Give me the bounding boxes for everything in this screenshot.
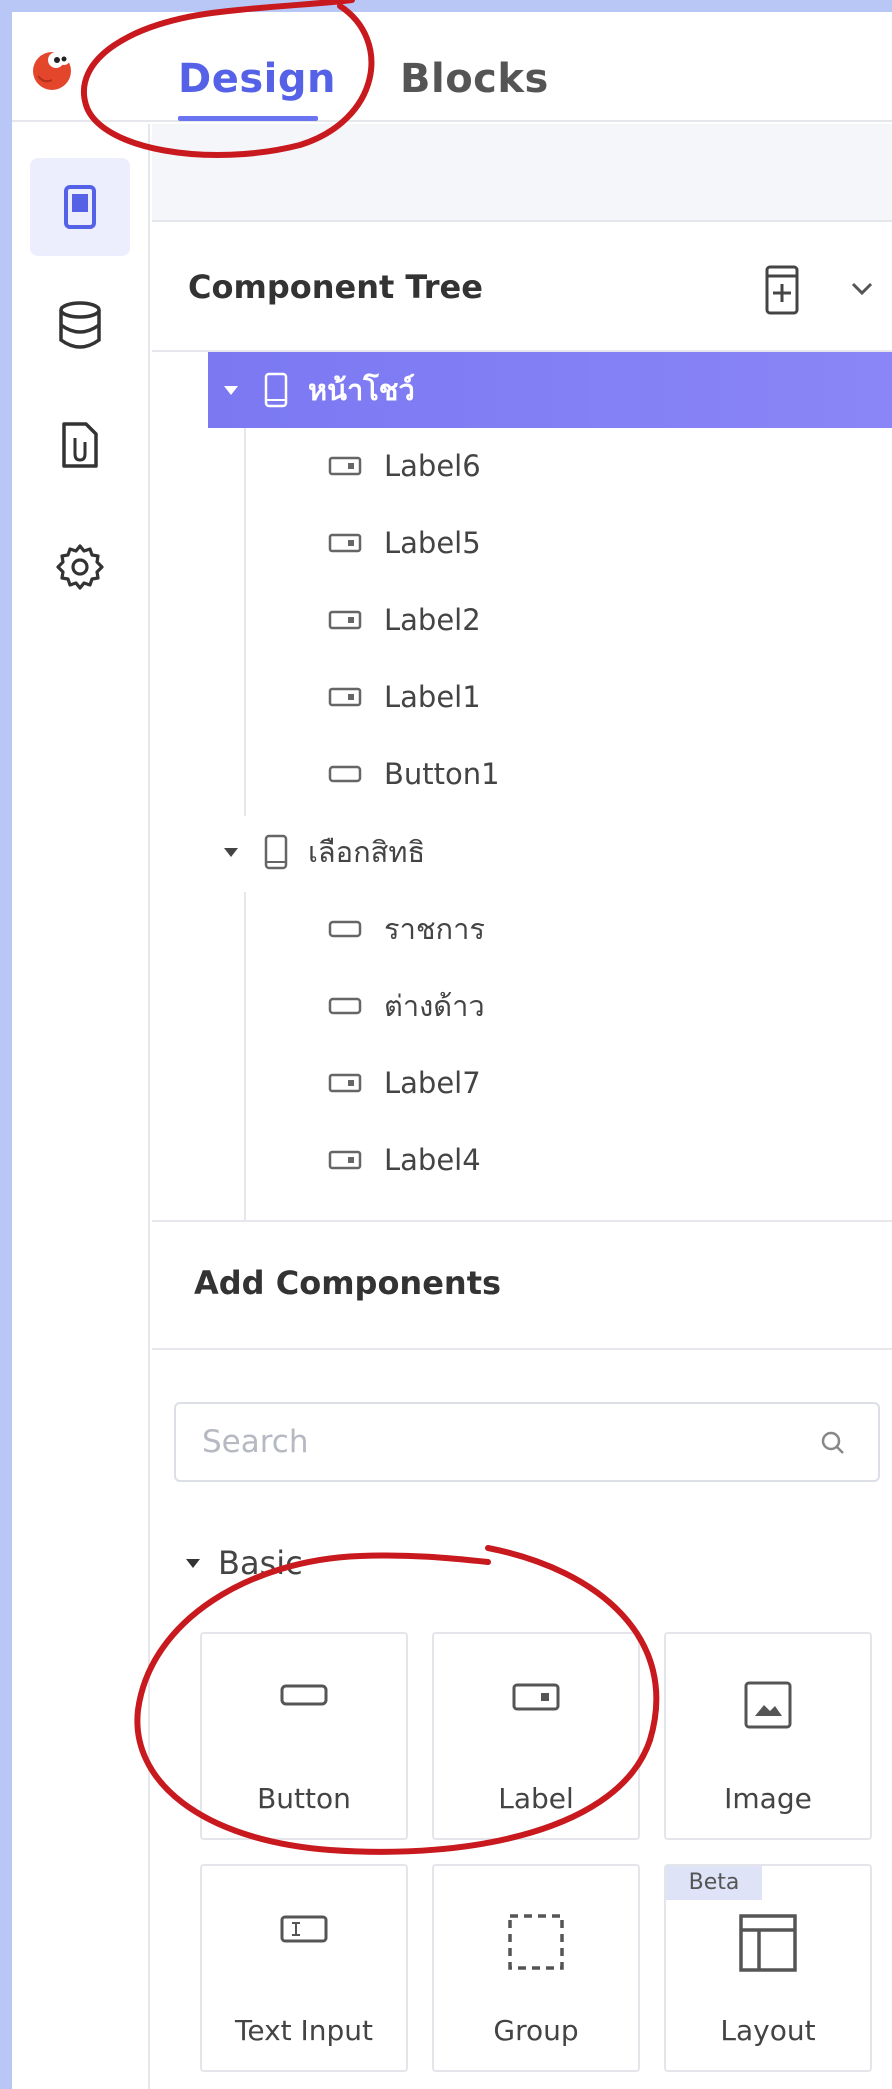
tree-node-label: Label2: [384, 603, 481, 637]
component-card-label: Layout: [720, 2014, 816, 2047]
active-tab-indicator: [178, 116, 318, 121]
tree-node-label: Label4: [384, 1143, 481, 1177]
tree-node-label: Label5: [384, 526, 481, 560]
text-input-icon: [280, 1915, 328, 1943]
label-icon: [328, 532, 362, 554]
tree-node-button-item[interactable]: ราชการ: [152, 891, 892, 967]
label-icon: [328, 686, 362, 708]
label-icon: [328, 1149, 362, 1171]
add-components-header: Add Components: [152, 1222, 892, 1350]
screen-icon: [264, 372, 288, 408]
left-rail: [12, 124, 150, 2089]
tree-node-label-item[interactable]: Label6: [152, 428, 892, 504]
caret-down-icon[interactable]: [224, 385, 238, 395]
tree-node-label: หน้าโชว์: [308, 373, 415, 407]
add-screen-icon: [765, 265, 799, 315]
add-screen-button[interactable]: [764, 264, 814, 316]
component-card-label: Button: [257, 1782, 351, 1815]
basic-group-toggle[interactable]: Basic: [186, 1544, 303, 1582]
top-header: Design Blocks: [12, 12, 892, 122]
component-card-group[interactable]: Group: [432, 1864, 640, 2072]
rail-screens-button[interactable]: [30, 158, 130, 256]
add-components-title: Add Components: [194, 1264, 502, 1302]
caret-down-icon: [186, 1558, 200, 1568]
tree-node-label: Label7: [384, 1066, 481, 1100]
component-card-text-input[interactable]: Text Input: [200, 1864, 408, 2072]
tree-collapse-toggle[interactable]: [848, 264, 878, 316]
component-card-label[interactable]: Label: [432, 1632, 640, 1840]
label-icon: [328, 1072, 362, 1094]
component-card-label: Group: [493, 2014, 579, 2047]
search-input[interactable]: [202, 1418, 782, 1466]
beta-badge: Beta: [666, 1866, 762, 1900]
layout-icon: [739, 1914, 797, 1972]
component-tree: หน้าโชว์ Label6 Label5 Label2 Label1 But…: [152, 352, 892, 1222]
tree-node-label: ต่างด้าว: [384, 989, 485, 1023]
screen-icon: [64, 185, 96, 229]
component-tree-title: Component Tree: [188, 268, 483, 306]
group-label-text: Basic: [218, 1544, 303, 1582]
app-logo-icon: [33, 52, 71, 90]
component-card-layout[interactable]: Beta Layout: [664, 1864, 872, 2072]
tree-node-screen[interactable]: หน้าโชว์: [208, 352, 892, 428]
tree-node-button-item[interactable]: Button1: [152, 736, 892, 812]
app-window: Design Blocks Component Tree หน้าโชว์ La…: [12, 12, 892, 2089]
search-icon[interactable]: [820, 1430, 846, 1456]
screen-toolbar: [152, 124, 892, 222]
rail-database-button[interactable]: [30, 276, 130, 374]
component-card-label: Label: [498, 1782, 574, 1815]
tree-node-label-item[interactable]: Label7: [152, 1045, 892, 1121]
label-icon: [512, 1683, 560, 1711]
component-card-label: Text Input: [234, 2014, 374, 2047]
main-panel: Component Tree หน้าโชว์ Label6 Label5 La…: [152, 124, 892, 2089]
component-search: [174, 1402, 880, 1482]
database-icon: [59, 301, 101, 349]
component-tree-header: Component Tree: [152, 224, 892, 352]
tab-blocks[interactable]: Blocks: [400, 56, 549, 102]
tree-node-screen[interactable]: เลือกสิทธิ: [152, 814, 892, 890]
button-icon: [328, 763, 362, 785]
tab-design[interactable]: Design: [178, 56, 336, 102]
tree-node-label-item[interactable]: Label2: [152, 582, 892, 658]
screen-icon: [264, 834, 288, 870]
group-icon: [508, 1914, 564, 1970]
tree-node-button-item[interactable]: ต่างด้าว: [152, 968, 892, 1044]
tree-node-label-item[interactable]: Label4: [152, 1122, 892, 1198]
rail-media-button[interactable]: [30, 396, 130, 494]
component-card-label: Image: [724, 1782, 812, 1815]
button-icon: [328, 918, 362, 940]
media-file-icon: [62, 422, 98, 468]
component-card-button[interactable]: Button: [200, 1632, 408, 1840]
image-icon: [744, 1681, 792, 1729]
tree-node-label: ราชการ: [384, 912, 485, 946]
label-icon: [328, 609, 362, 631]
chevron-down-icon: [851, 282, 873, 296]
tree-node-label: เลือกสิทธิ: [308, 835, 426, 869]
label-icon: [328, 455, 362, 477]
tree-node-label: Label6: [384, 449, 481, 483]
rail-settings-button[interactable]: [30, 518, 130, 616]
button-icon: [280, 1684, 328, 1706]
tree-node-label: Label1: [384, 680, 481, 714]
tree-node-label: Button1: [384, 757, 500, 791]
tree-node-label-item[interactable]: Label5: [152, 505, 892, 581]
button-icon: [328, 995, 362, 1017]
component-card-image[interactable]: Image: [664, 1632, 872, 1840]
tree-node-label-item[interactable]: Label1: [152, 659, 892, 735]
caret-down-icon[interactable]: [224, 847, 238, 857]
gear-icon: [56, 544, 104, 590]
